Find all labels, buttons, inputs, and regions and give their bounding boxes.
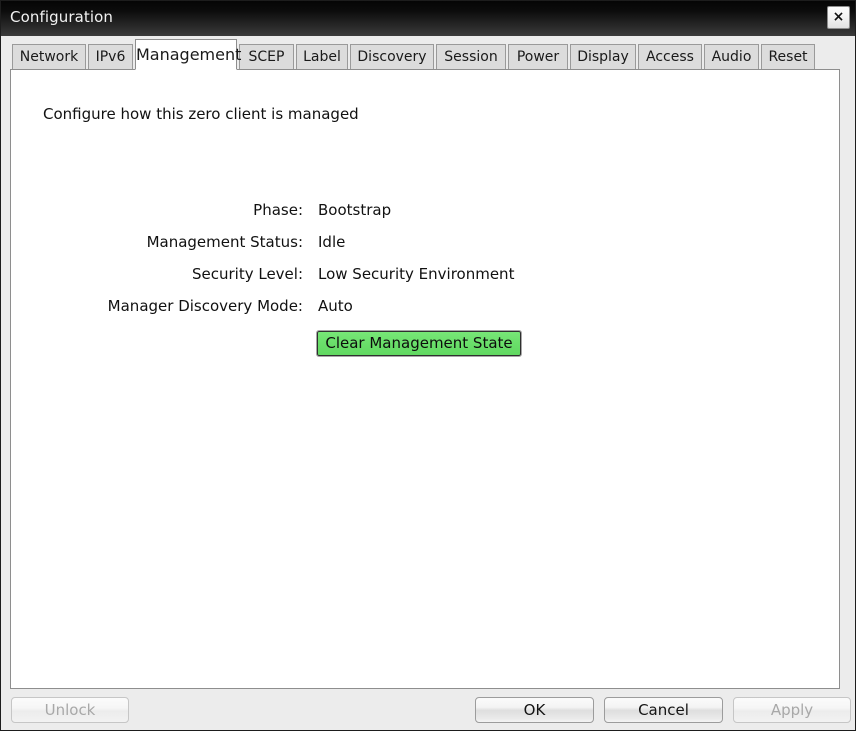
field-row: Manager Discovery Mode: Auto (11, 297, 839, 319)
close-icon: × (832, 9, 845, 25)
tab-scep[interactable]: SCEP (239, 44, 294, 70)
tab-label[interactable]: Label (296, 44, 348, 70)
tab-audio[interactable]: Audio (704, 44, 759, 70)
field-row: Security Level: Low Security Environment (11, 265, 839, 287)
ok-button[interactable]: OK (475, 697, 594, 723)
tab-content-panel: Configure how this zero client is manage… (10, 69, 840, 689)
field-value: Auto (318, 297, 353, 315)
tab-ipv6[interactable]: IPv6 (88, 44, 133, 70)
dialog-button-bar: Unlock OK Cancel Apply (2, 695, 855, 730)
tab-network[interactable]: Network (12, 44, 86, 70)
tab-access[interactable]: Access (638, 44, 702, 70)
cancel-button[interactable]: Cancel (604, 697, 723, 723)
field-row: Phase: Bootstrap (11, 201, 839, 223)
field-label: Phase: (253, 201, 303, 219)
field-value: Bootstrap (318, 201, 392, 219)
intro-description: Configure how this zero client is manage… (43, 105, 359, 123)
title-bar: Configuration × (1, 1, 855, 36)
field-value: Low Security Environment (318, 265, 515, 283)
tab-discovery[interactable]: Discovery (350, 44, 434, 70)
field-label: Management Status: (146, 233, 303, 251)
close-button[interactable]: × (827, 6, 850, 29)
apply-button[interactable]: Apply (733, 697, 851, 723)
tab-power[interactable]: Power (508, 44, 568, 70)
clear-management-state-button[interactable]: Clear Management State (316, 330, 522, 357)
tab-reset[interactable]: Reset (761, 44, 815, 70)
field-label: Manager Discovery Mode: (107, 297, 303, 315)
tab-display[interactable]: Display (570, 44, 636, 70)
field-label: Security Level: (191, 265, 303, 283)
unlock-button[interactable]: Unlock (11, 697, 129, 723)
window-title: Configuration (10, 8, 114, 26)
configuration-window: Configuration × Network IPv6 Management SCE… (0, 0, 856, 731)
tab-bar: Network IPv6 Management SCEP Label Discovery S… (2, 36, 855, 70)
field-row: Management Status: Idle (11, 233, 839, 255)
field-value: Idle (318, 233, 346, 251)
tab-session[interactable]: Session (436, 44, 506, 70)
tab-management[interactable]: Management (135, 39, 241, 70)
